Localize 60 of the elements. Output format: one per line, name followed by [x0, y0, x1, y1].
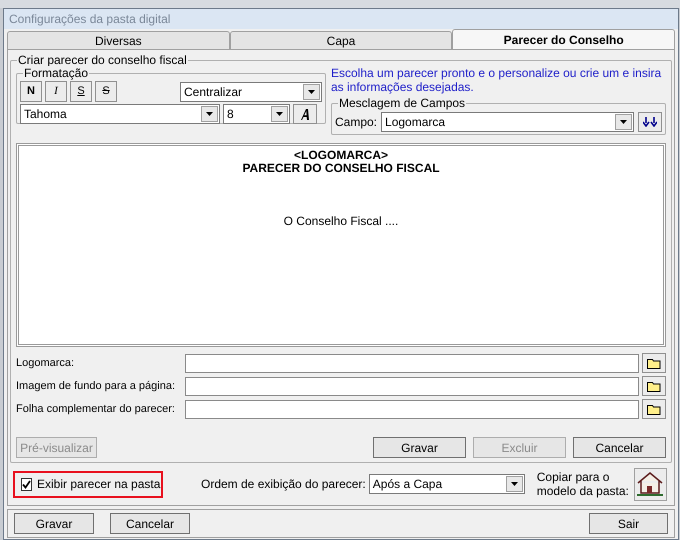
- document-heading: <LOGOMARCA>: [294, 149, 388, 162]
- font-letter-icon: [300, 108, 310, 120]
- path-field[interactable]: [185, 400, 639, 418]
- font-style-button[interactable]: [293, 104, 317, 124]
- check-icon: [22, 480, 31, 488]
- dropdown-button[interactable]: [201, 106, 218, 122]
- folder-icon: [647, 358, 661, 368]
- format-button[interactable]: I: [45, 81, 67, 102]
- caret-icon: [206, 112, 213, 116]
- browse-button[interactable]: [642, 399, 666, 419]
- font-dropdown[interactable]: Tahoma: [20, 104, 220, 124]
- button[interactable]: Cancelar: [110, 513, 190, 534]
- browse-button[interactable]: [642, 353, 666, 373]
- path-field[interactable]: [185, 376, 639, 396]
- dropdown-button[interactable]: [506, 476, 523, 492]
- group-title: Mesclagem de Campos: [338, 96, 466, 110]
- browse-button[interactable]: [642, 376, 666, 396]
- folder-icon: [647, 380, 661, 392]
- group-title: Criar parecer do conselho fiscal: [17, 53, 188, 67]
- dropdown-button[interactable]: [303, 84, 320, 100]
- caret-icon: [308, 90, 315, 94]
- show-opinion-checkbox-row[interactable]: Exibir parecer na pasta: [13, 470, 163, 498]
- format-button[interactable]: N: [20, 81, 42, 102]
- button[interactable]: Cancelar: [573, 437, 666, 458]
- dropdown-button[interactable]: [615, 114, 632, 130]
- order-label: Ordem de exibição do parecer:: [201, 476, 366, 493]
- dropdown-button[interactable]: [271, 106, 288, 122]
- size-dropdown[interactable]: 8: [223, 104, 290, 124]
- folder-icon: [647, 404, 661, 414]
- window-title: Configurações da pasta digital: [9, 11, 170, 28]
- document-heading: PARECER DO CONSELHO FISCAL: [242, 162, 440, 175]
- insert-field-button[interactable]: [638, 112, 662, 132]
- path-field[interactable]: [185, 354, 639, 372]
- text-editor[interactable]: <LOGOMARCA> PARECER DO CONSELHO FISCAL O Conselho Fiscal ....: [16, 143, 666, 347]
- house-icon: [637, 472, 664, 496]
- format-button[interactable]: S: [95, 81, 117, 102]
- tab[interactable]: Parecer do Conselho: [452, 29, 676, 49]
- double-arrow-down-icon: [643, 116, 657, 126]
- checkbox[interactable]: [21, 478, 32, 490]
- copy-to-template-button[interactable]: [634, 468, 667, 500]
- button[interactable]: Gravar: [373, 437, 466, 458]
- copy-label: Copiar para o modelo da pasta:: [536, 470, 630, 498]
- caret-icon: [620, 120, 627, 124]
- caret-icon: [510, 482, 518, 486]
- order-dropdown[interactable]: Após a Capa: [368, 474, 525, 494]
- hint-text: Escolha um parecer pronto e o personalize ou crie um e insira as informações desejadas.: [331, 66, 662, 94]
- field-dropdown[interactable]: Logomarca: [381, 112, 634, 132]
- file-label: Imagem de fundo para a página:: [16, 378, 176, 394]
- tab[interactable]: Capa: [230, 31, 452, 49]
- button[interactable]: Sair: [589, 513, 668, 534]
- format-button[interactable]: S: [70, 81, 92, 102]
- file-label: Logomarca:: [16, 356, 76, 371]
- tab[interactable]: Diversas: [7, 31, 230, 49]
- field-label: Campo:: [335, 114, 378, 130]
- button[interactable]: Gravar: [14, 513, 94, 534]
- caret-icon: [276, 112, 283, 116]
- alignment-dropdown[interactable]: Centralizar: [180, 82, 322, 102]
- file-label: Folha complementar do parecer:: [16, 402, 176, 417]
- group-title: Formatação: [23, 66, 90, 80]
- document-text: O Conselho Fiscal ....: [284, 215, 398, 228]
